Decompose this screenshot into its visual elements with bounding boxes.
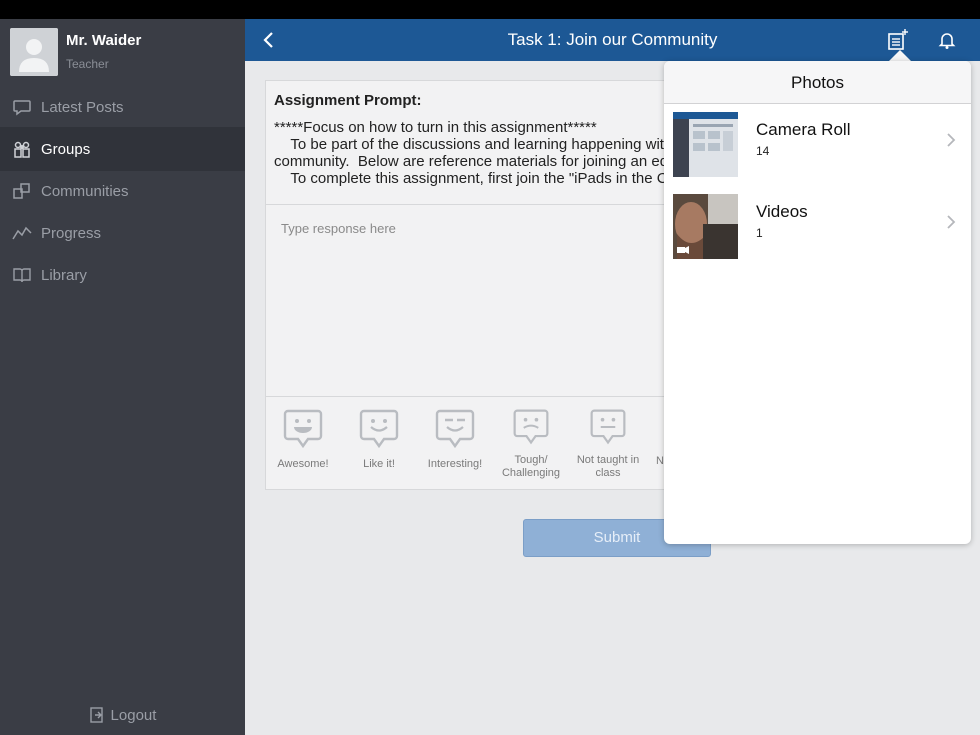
reaction-label: Like it! (363, 458, 395, 470)
prompt-line: community. Below are reference materials… (274, 153, 681, 170)
sidebar-item-label: Library (41, 266, 87, 284)
chevron-right-icon (947, 215, 956, 229)
sidebar-item-label: Groups (41, 140, 91, 158)
assignment-card: Assignment Prompt: *****Focus on how to … (265, 80, 696, 490)
sidebar-item-groups[interactable]: Groups (0, 127, 245, 171)
videos-thumbnail (673, 194, 738, 259)
assignment-prompt-text: *****Focus on how to turn in this assign… (274, 119, 696, 187)
album-camera-roll[interactable]: Camera Roll 14 (664, 106, 971, 188)
person-icon (10, 28, 58, 76)
reaction-label: Tough/ Challenging (501, 454, 561, 479)
photos-popover: Photos Camera Roll 14 Videos 1 (664, 61, 971, 544)
sidebar-item-label: Latest Posts (41, 98, 124, 116)
sidebar: Mr. Waider Teacher Latest Posts Groups C… (0, 19, 245, 735)
add-note-icon[interactable] (886, 28, 910, 52)
reaction-label: Not taught in class (576, 454, 640, 479)
logout-button[interactable]: Logout (0, 703, 245, 727)
response-input[interactable]: Type response here (281, 221, 396, 236)
avatar (10, 28, 58, 76)
page-title: Task 1: Join our Community (507, 30, 718, 49)
prompt-line: *****Focus on how to turn in this assign… (274, 119, 597, 136)
reaction-label: Interesting! (427, 458, 483, 470)
sidebar-item-progress[interactable]: Progress (0, 211, 245, 255)
reaction-label: Awesome! (277, 458, 329, 470)
book-icon (11, 264, 33, 286)
logout-label: Logout (110, 706, 157, 724)
album-videos[interactable]: Videos 1 (664, 188, 971, 270)
reaction-not-taught[interactable]: Not taught in class (570, 407, 646, 480)
album-name: Videos (756, 202, 808, 221)
divider (266, 396, 696, 397)
bell-icon[interactable] (935, 28, 959, 52)
profile-name: Mr. Waider (66, 32, 142, 49)
divider (266, 204, 696, 205)
reaction-awesome[interactable]: Awesome! (265, 407, 341, 471)
profile[interactable]: Mr. Waider Teacher (0, 19, 245, 85)
logout-icon (89, 707, 103, 723)
back-icon[interactable] (257, 28, 281, 52)
tough-face-icon (513, 409, 549, 445)
sidebar-item-label: Communities (41, 182, 129, 200)
sidebar-item-label: Progress (41, 224, 102, 242)
prompt-line: To be part of the discussions and learni… (274, 136, 673, 153)
communities-icon (11, 180, 33, 202)
top-bar: Task 1: Join our Community (245, 19, 980, 61)
groups-icon (11, 138, 33, 160)
progress-chart-icon (11, 222, 33, 244)
prompt-line: To complete this assignment, first join … (274, 170, 668, 187)
sidebar-item-latest-posts[interactable]: Latest Posts (0, 85, 245, 129)
sidebar-item-communities[interactable]: Communities (0, 169, 245, 213)
status-bar (0, 0, 980, 19)
reaction-interesting[interactable]: Interesting! (417, 407, 493, 471)
interested-face-icon (435, 409, 475, 449)
reaction-like-it[interactable]: Like it! (341, 407, 417, 471)
assignment-prompt-label: Assignment Prompt: (274, 92, 422, 109)
reaction-tough-challenging[interactable]: Tough/ Challenging (493, 407, 569, 480)
popover-title: Photos (664, 61, 971, 104)
camera-roll-thumbnail (673, 112, 738, 177)
chevron-right-icon (947, 133, 956, 147)
album-count: 1 (756, 226, 763, 240)
album-name: Camera Roll (756, 120, 851, 139)
question-face-icon (590, 409, 626, 445)
speech-bubble-icon (11, 96, 33, 118)
awesome-face-icon (283, 409, 323, 449)
profile-role: Teacher (66, 57, 109, 71)
album-count: 14 (756, 144, 770, 158)
smile-face-icon (359, 409, 399, 449)
sidebar-item-library[interactable]: Library (0, 253, 245, 297)
